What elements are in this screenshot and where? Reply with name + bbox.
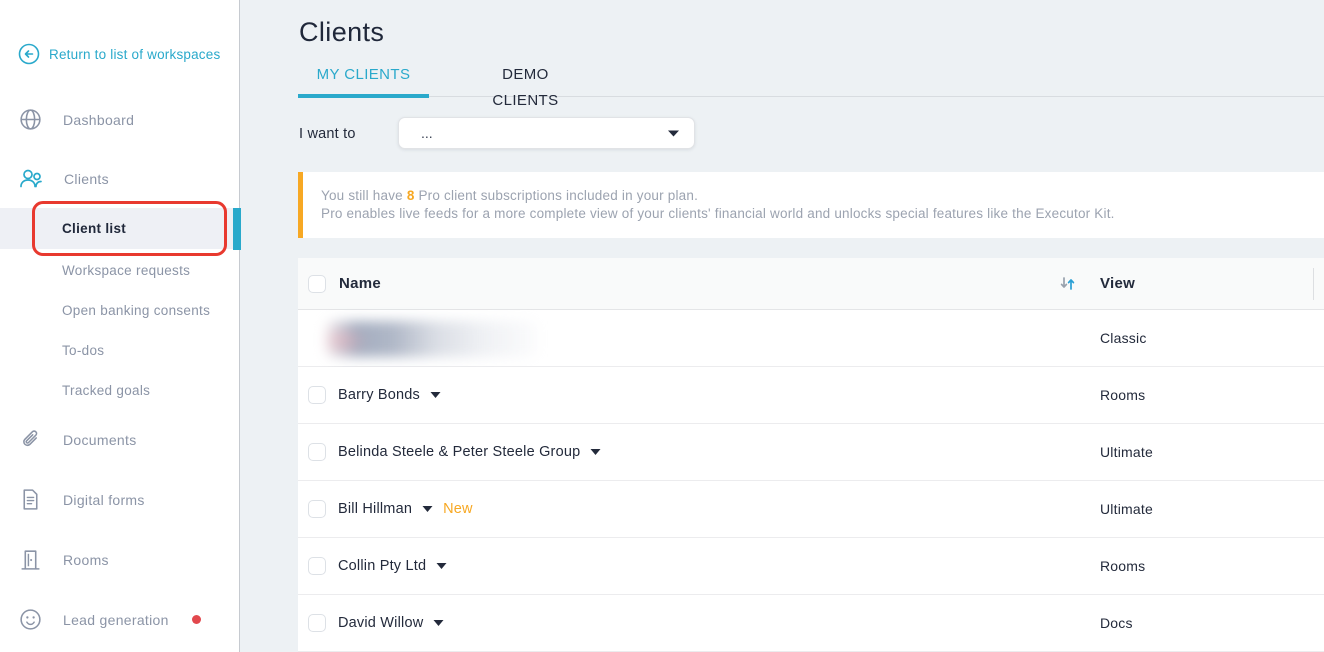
sidebar-subitem-tracked-goals[interactable]: Tracked goals bbox=[62, 383, 150, 398]
page-title: Clients bbox=[299, 17, 384, 48]
tab-my-clients[interactable]: MY CLIENTS bbox=[298, 62, 429, 97]
client-view-value: Rooms bbox=[1100, 558, 1324, 574]
notice-line-1: You still have 8 Pro client subscription… bbox=[321, 187, 1324, 205]
redacted-client-name bbox=[326, 321, 538, 357]
client-actions-caret-icon[interactable] bbox=[436, 562, 447, 570]
document-icon bbox=[18, 487, 43, 512]
main-content: Clients MY CLIENTS DEMO CLIENTS I want t… bbox=[241, 0, 1324, 652]
client-actions-caret-icon[interactable] bbox=[433, 619, 444, 627]
sidebar-item-label: Digital forms bbox=[63, 492, 145, 508]
door-icon bbox=[18, 547, 43, 572]
sort-arrows-icon[interactable] bbox=[1059, 275, 1076, 292]
client-name-link[interactable]: Barry Bonds bbox=[338, 387, 420, 403]
sidebar-item-dashboard[interactable]: Dashboard bbox=[18, 107, 134, 132]
row-checkbox[interactable] bbox=[308, 386, 326, 404]
column-divider bbox=[1313, 268, 1314, 300]
sidebar-item-documents[interactable]: Documents bbox=[18, 427, 137, 452]
globe-icon bbox=[18, 107, 43, 132]
sidebar-item-label: Clients bbox=[64, 171, 109, 187]
sidebar-item-clients[interactable]: Clients bbox=[18, 166, 109, 191]
i-want-to-dropdown[interactable]: ... bbox=[398, 117, 695, 149]
table-row[interactable]: Bill Hillman New Ultimate bbox=[298, 481, 1324, 538]
sidebar-item-label: Documents bbox=[63, 432, 137, 448]
sidebar-subitem-client-list[interactable]: Client list bbox=[62, 221, 126, 236]
sidebar-item-rooms[interactable]: Rooms bbox=[18, 547, 109, 572]
active-tab-underline bbox=[298, 94, 429, 98]
new-client-badge: New bbox=[443, 501, 473, 517]
lead-generation-notification-dot bbox=[192, 615, 201, 624]
row-checkbox[interactable] bbox=[308, 614, 326, 632]
tab-demo-clients[interactable]: DEMO CLIENTS bbox=[467, 62, 583, 97]
client-view-value: Ultimate bbox=[1100, 444, 1324, 460]
sidebar-item-lead-generation[interactable]: Lead generation bbox=[18, 607, 169, 632]
pro-subscriptions-count: 8 bbox=[407, 188, 415, 203]
i-want-to-label: I want to bbox=[299, 126, 356, 142]
table-row[interactable]: Belinda Steele & Peter Steele Group Ulti… bbox=[298, 424, 1324, 481]
sidebar-item-label: Rooms bbox=[63, 552, 109, 568]
row-checkbox[interactable] bbox=[308, 500, 326, 518]
sidebar-item-digital-forms[interactable]: Digital forms bbox=[18, 487, 145, 512]
arrow-left-circle-icon bbox=[18, 43, 40, 65]
select-all-checkbox[interactable] bbox=[308, 275, 326, 293]
dropdown-selected-value: ... bbox=[421, 125, 667, 141]
clients-table: Name View Classic Barry Bonds bbox=[298, 258, 1324, 652]
client-actions-caret-icon[interactable] bbox=[430, 391, 441, 399]
clients-tabbar: MY CLIENTS DEMO CLIENTS bbox=[298, 62, 1324, 97]
client-name-link[interactable]: Belinda Steele & Peter Steele Group bbox=[338, 444, 580, 460]
column-header-view[interactable]: View bbox=[1100, 275, 1324, 292]
tab-label: DEMO CLIENTS bbox=[492, 66, 558, 109]
paperclip-icon bbox=[18, 427, 43, 452]
smiley-icon bbox=[18, 607, 43, 632]
column-header-name[interactable]: Name bbox=[339, 275, 381, 292]
row-checkbox[interactable] bbox=[308, 443, 326, 461]
sidebar-subitem-to-dos[interactable]: To-dos bbox=[62, 343, 104, 358]
pro-subscription-notice: You still have 8 Pro client subscription… bbox=[298, 172, 1324, 238]
table-row[interactable]: Classic bbox=[298, 310, 1324, 367]
client-name-link[interactable]: Bill Hillman bbox=[338, 501, 412, 517]
row-checkbox[interactable] bbox=[308, 557, 326, 575]
table-row[interactable]: David Willow Docs bbox=[298, 595, 1324, 652]
sidebar-subitem-workspace-requests[interactable]: Workspace requests bbox=[62, 263, 190, 278]
sidebar-item-label: Lead generation bbox=[63, 612, 169, 628]
client-view-value: Docs bbox=[1100, 615, 1324, 631]
return-to-workspaces-link[interactable]: Return to list of workspaces bbox=[18, 43, 220, 65]
people-icon bbox=[18, 166, 44, 191]
client-actions-caret-icon[interactable] bbox=[422, 505, 433, 513]
client-name-link[interactable]: Collin Pty Ltd bbox=[338, 558, 426, 574]
client-view-value: Rooms bbox=[1100, 387, 1324, 403]
sidebar-subitem-open-banking-consents[interactable]: Open banking consents bbox=[62, 303, 210, 318]
client-actions-caret-icon[interactable] bbox=[590, 448, 601, 456]
table-row[interactable]: Collin Pty Ltd Rooms bbox=[298, 538, 1324, 595]
tab-label: MY CLIENTS bbox=[317, 66, 411, 83]
table-header-row: Name View bbox=[298, 258, 1324, 310]
table-row[interactable]: Barry Bonds Rooms bbox=[298, 367, 1324, 424]
notice-line-2: Pro enables live feeds for a more comple… bbox=[321, 205, 1324, 223]
sidebar-item-label: Dashboard bbox=[63, 112, 134, 128]
chevron-down-icon bbox=[667, 129, 680, 138]
sidebar: Return to list of workspaces Dashboard C… bbox=[0, 0, 240, 652]
client-view-value: Ultimate bbox=[1100, 501, 1324, 517]
client-view-value: Classic bbox=[1100, 330, 1324, 346]
client-name-link[interactable]: David Willow bbox=[338, 615, 423, 631]
active-submenu-indicator bbox=[233, 208, 241, 250]
return-link-label: Return to list of workspaces bbox=[49, 47, 220, 62]
